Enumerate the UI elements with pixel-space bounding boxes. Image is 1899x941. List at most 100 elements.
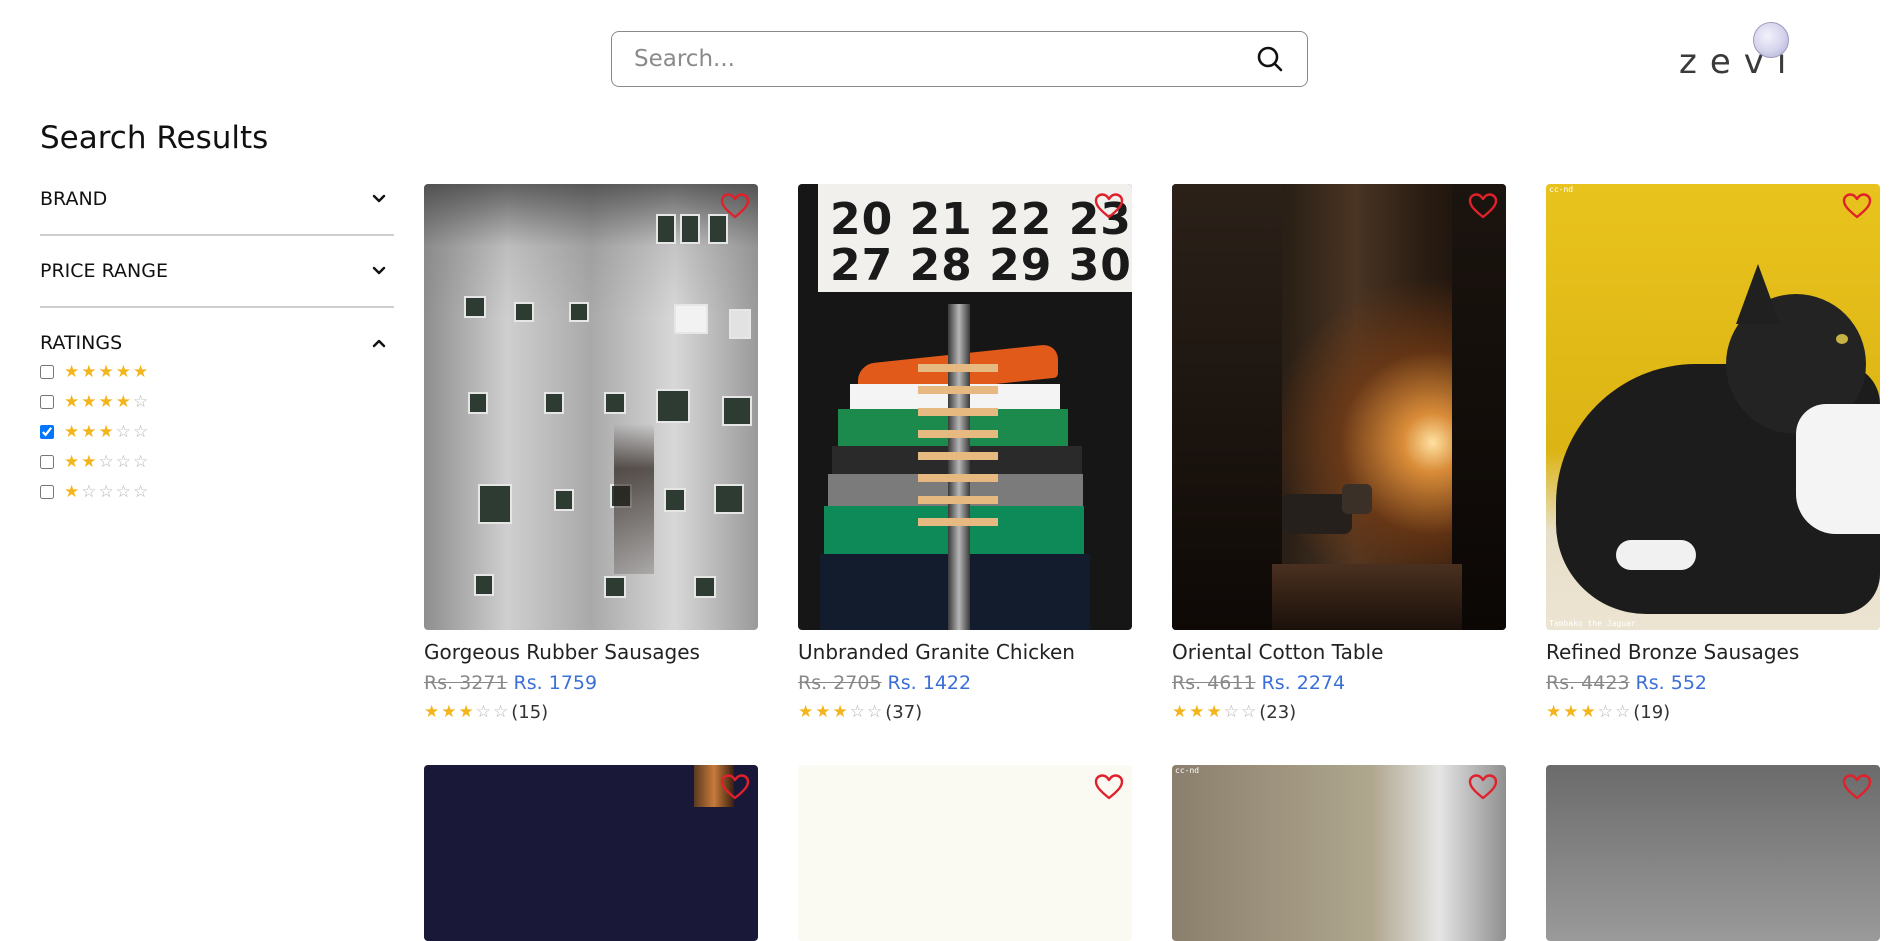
page-title: Search Results <box>40 120 269 156</box>
product-card[interactable]: cc-nd Tambako the Jaguar Refined Bronze … <box>1546 184 1880 724</box>
heart-icon[interactable] <box>1094 773 1124 801</box>
star-filled-icon: ★ <box>458 701 474 722</box>
star-filled-icon: ★ <box>115 361 131 382</box>
product-card[interactable]: Gorgeous Rubber Sausages Rs. 3271 Rs. 175… <box>424 184 758 724</box>
filter-ratings[interactable]: RATINGS ★ ★ ★ ★ ★ ★ ★ ★ ★ ☆ ★ ★ ★ ☆ ☆ ★ ★ ☆ ☆ ☆ ★ ☆ ☆ ☆ ☆ <box>40 331 394 507</box>
filter-price-range[interactable]: PRICE RANGE <box>40 259 394 283</box>
calendar-number: 22 <box>989 194 1053 245</box>
heart-icon[interactable] <box>1468 773 1498 801</box>
product-review-count: (37) <box>885 701 923 723</box>
calendar-number: 27 <box>830 240 894 291</box>
product-name[interactable]: Unbranded Granite Chicken <box>798 640 1132 668</box>
product-image[interactable] <box>424 184 758 630</box>
calendar-number: 20 <box>830 194 894 245</box>
product-image[interactable]: 20 21 22 23 24 27 28 29 30 31 <box>798 184 1132 630</box>
product-image[interactable] <box>1172 184 1506 630</box>
calendar-backdrop: 20 21 22 23 24 27 28 29 30 31 <box>818 184 1132 292</box>
product-original-price: Rs. 4611 <box>1172 672 1256 694</box>
heart-icon[interactable] <box>1094 192 1124 220</box>
product-image[interactable] <box>424 765 758 941</box>
product-card[interactable]: 20 21 22 23 24 27 28 29 30 31 Unbranded … <box>798 184 1132 724</box>
star-filled-icon: ★ <box>1189 701 1205 722</box>
product-name[interactable]: Oriental Cotton Table <box>1172 640 1506 668</box>
rating-checkbox[interactable] <box>40 395 54 409</box>
product-price: Rs. 3271 Rs. 1759 <box>424 672 758 698</box>
search-icon[interactable] <box>1255 44 1285 74</box>
rating-checkbox[interactable] <box>40 455 54 469</box>
star-empty-icon: ☆ <box>133 421 149 442</box>
filter-brand[interactable]: BRAND <box>40 187 394 211</box>
star-empty-icon: ☆ <box>849 701 865 722</box>
star-filled-icon: ★ <box>98 391 114 412</box>
calendar-number: 21 <box>909 194 973 245</box>
rating-option-2[interactable]: ★ ★ ☆ ☆ ☆ <box>40 447 394 477</box>
star-filled-icon: ★ <box>115 391 131 412</box>
search-bar[interactable] <box>611 31 1308 87</box>
rating-option-3[interactable]: ★ ★ ★ ☆ ☆ <box>40 417 394 447</box>
rating-options: ★ ★ ★ ★ ★ ★ ★ ★ ★ ☆ ★ ★ ★ ☆ ☆ ★ ★ ☆ ☆ ☆ ★ ☆ ☆ ☆ ☆ <box>40 357 394 507</box>
chevron-up-icon[interactable] <box>370 334 388 352</box>
star-empty-icon: ☆ <box>1615 701 1631 722</box>
star-empty-icon: ☆ <box>1597 701 1613 722</box>
rating-checkbox[interactable] <box>40 425 54 439</box>
star-filled-icon: ★ <box>798 701 814 722</box>
product-image[interactable]: cc-nd Tambako the Jaguar <box>1546 184 1880 630</box>
star-filled-icon: ★ <box>64 421 80 442</box>
rating-checkbox[interactable] <box>40 485 54 499</box>
star-empty-icon: ☆ <box>867 701 883 722</box>
product-image[interactable]: cc-nd <box>1172 765 1506 941</box>
product-card[interactable]: Oriental Cotton Table Rs. 4611 Rs. 2274 ★… <box>1172 184 1506 724</box>
star-filled-icon: ★ <box>64 391 80 412</box>
product-image[interactable] <box>1546 765 1880 941</box>
rating-option-4[interactable]: ★ ★ ★ ★ ☆ <box>40 387 394 417</box>
filter-ratings-header[interactable]: RATINGS <box>40 331 394 355</box>
chevron-down-icon[interactable] <box>370 262 388 280</box>
product-image[interactable] <box>798 765 1132 941</box>
filter-brand-label: BRAND <box>40 188 108 210</box>
image-credit: Tambako the Jaguar <box>1549 619 1636 628</box>
product-original-price: Rs. 2705 <box>798 672 882 694</box>
product-card[interactable] <box>798 765 1132 941</box>
heart-icon[interactable] <box>720 773 750 801</box>
rating-option-1[interactable]: ★ ☆ ☆ ☆ ☆ <box>40 477 394 507</box>
product-name[interactable]: Gorgeous Rubber Sausages <box>424 640 758 668</box>
star-rating: ★ ★ ☆ ☆ ☆ <box>64 451 148 472</box>
filter-price-range-header[interactable]: PRICE RANGE <box>40 259 394 283</box>
zevi-logo[interactable]: zevi <box>1679 20 1791 84</box>
search-input[interactable] <box>632 38 1255 80</box>
heart-icon[interactable] <box>1842 192 1872 220</box>
rating-checkbox[interactable] <box>40 365 54 379</box>
star-filled-icon: ★ <box>64 451 80 472</box>
star-filled-icon: ★ <box>832 701 848 722</box>
star-rating: ★ ★ ★ ★ ☆ <box>64 391 148 412</box>
star-empty-icon: ☆ <box>115 421 131 442</box>
product-original-price: Rs. 3271 <box>424 672 508 694</box>
star-filled-icon: ★ <box>81 391 97 412</box>
star-empty-icon: ☆ <box>81 481 97 502</box>
heart-icon[interactable] <box>1468 192 1498 220</box>
filter-ratings-label: RATINGS <box>40 332 123 354</box>
rating-option-5[interactable]: ★ ★ ★ ★ ★ <box>40 357 394 387</box>
star-empty-icon: ☆ <box>115 451 131 472</box>
chevron-down-icon[interactable] <box>370 190 388 208</box>
product-card[interactable]: cc-nd <box>1172 765 1506 941</box>
star-rating: ★ ★ ★ ☆ ☆ <box>64 421 149 442</box>
calendar-number: 28 <box>909 240 973 291</box>
star-rating: ★ ★ ★ ☆ ☆ <box>1546 701 1631 722</box>
product-card[interactable] <box>424 765 758 941</box>
product-sale-price: Rs. 1759 <box>513 672 598 694</box>
product-card[interactable] <box>1546 765 1880 941</box>
product-name[interactable]: Refined Bronze Sausages <box>1546 640 1880 668</box>
heart-icon[interactable] <box>720 192 750 220</box>
calendar-number: 29 <box>989 240 1053 291</box>
image-watermark: cc-nd <box>1175 766 1200 775</box>
star-filled-icon: ★ <box>441 701 457 722</box>
star-empty-icon: ☆ <box>475 701 491 722</box>
star-filled-icon: ★ <box>815 701 831 722</box>
star-empty-icon: ☆ <box>98 451 114 472</box>
star-rating: ★ ☆ ☆ ☆ ☆ <box>64 481 149 502</box>
heart-icon[interactable] <box>1842 773 1872 801</box>
filter-brand-header[interactable]: BRAND <box>40 187 394 211</box>
star-empty-icon: ☆ <box>1241 701 1257 722</box>
star-empty-icon: ☆ <box>133 481 149 502</box>
